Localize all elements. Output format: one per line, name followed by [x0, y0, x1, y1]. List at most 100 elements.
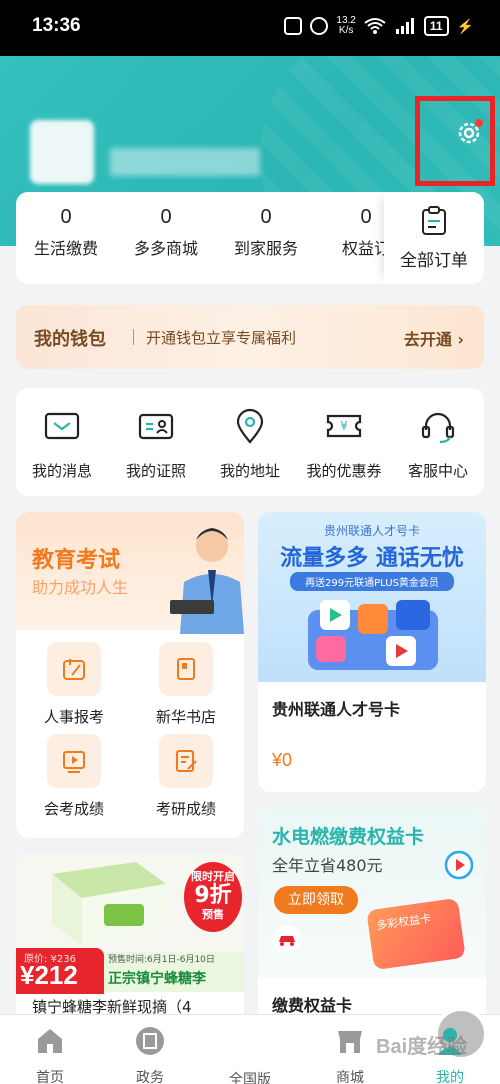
edu-label: 人事报考: [43, 708, 104, 726]
coupon-icon: ¥: [326, 414, 362, 438]
orders-card: 0 生活缴费 0 多多商城 0 到家服务 0 权益订 全部订单: [16, 192, 484, 284]
sim-banner-top: 贵州联通人才号卡: [323, 524, 420, 538]
all-orders-button[interactable]: 全部订单: [384, 192, 484, 284]
message-icon: [44, 412, 80, 440]
sim-banner-sub: 再送299元联通PLUS黄金会员: [290, 572, 454, 591]
status-icons: 13.2 K/s 11 ⚡: [284, 16, 474, 36]
education-subtitle: 助力成功人生: [32, 578, 129, 597]
wifi-icon: [364, 18, 386, 34]
id-card-icon: [138, 413, 174, 440]
education-title: 教育考试: [32, 548, 121, 573]
status-time: 13:36: [32, 15, 81, 36]
services-card: 我的消息 我的证照 我的地址 ¥ 我的优惠券 客服中心: [16, 388, 484, 496]
edu-exam-score[interactable]: 会考成绩: [24, 734, 124, 819]
service-label: 我的消息: [31, 462, 92, 480]
utility-benefit-card[interactable]: 水电燃缴费权益卡 全年立省480元 立即领取 多彩权益卡 缴费权益卡: [258, 808, 486, 1014]
sim-banner: 贵州联通人才号卡 流量多多 通话无忧 再送299元联通PLUS黄金会员: [258, 512, 486, 682]
sim-name: 贵州联通人才号卡: [272, 700, 401, 719]
car-icon: [273, 925, 301, 953]
divider: [133, 329, 134, 345]
service-coupons[interactable]: ¥ 我的优惠券: [298, 406, 390, 481]
play-icon: [444, 850, 474, 880]
badge-presale: 预售: [202, 908, 224, 921]
claim-button[interactable]: 立即领取: [274, 886, 358, 914]
order-label: 生活缴费: [33, 239, 98, 258]
order-label: 多多商城: [133, 239, 198, 258]
nickname-blurred: [110, 148, 260, 176]
fruit-box-illustration: [52, 862, 166, 946]
edu-postgrad-score[interactable]: 考研成绩: [136, 734, 236, 819]
gear-icon[interactable]: [456, 118, 484, 146]
charging-icon: ⚡: [456, 17, 474, 34]
current-price: ¥212: [20, 960, 78, 990]
service-label: 我的证照: [125, 462, 186, 480]
price-box: 原价: ¥236 ¥212: [16, 948, 104, 994]
edu-label: 新华书店: [155, 708, 216, 726]
benefit-card-image: 多彩权益卡: [366, 897, 466, 971]
app-icons-illustration: [308, 600, 438, 670]
alarm-icon: [310, 17, 329, 35]
watermark: Bai度经验: [376, 1036, 468, 1058]
service-licenses[interactable]: 我的证照: [110, 406, 202, 481]
presale-time: 预售时间:6月1日-6月10日: [108, 955, 215, 965]
utility-title: 水电燃缴费权益卡: [272, 826, 425, 848]
nfc-icon: [284, 17, 303, 35]
signal-icon: [395, 18, 414, 34]
service-messages[interactable]: 我的消息: [16, 406, 108, 481]
svg-text:¥: ¥: [340, 419, 348, 433]
edit-score-icon: [159, 734, 213, 788]
product-desc: 镇宁蜂糖李新鲜现摘（4: [32, 998, 192, 1014]
edu-label: 会考成绩: [43, 800, 104, 818]
product-name: 正宗镇宁蜂糖李: [108, 971, 206, 987]
nav-label: 首页: [36, 1070, 64, 1084]
battery-icon: 11: [423, 16, 449, 36]
video-score-icon: [47, 734, 101, 788]
sim-price: ¥0: [272, 750, 293, 770]
nav-home[interactable]: 首页: [10, 1025, 90, 1084]
utility-name: 缴费权益卡: [272, 996, 353, 1014]
discount-badge: 限时开启 9折 预售: [184, 862, 242, 932]
headset-icon: [421, 412, 455, 444]
teacher-illustration: [170, 528, 244, 634]
nav-label: 政务: [136, 1070, 164, 1084]
wallet-title: 我的钱包: [34, 329, 106, 350]
order-label: 到家服务: [233, 239, 298, 258]
nav-label: 商城: [336, 1070, 364, 1084]
edu-exam-register[interactable]: 人事报考: [24, 642, 124, 727]
nav-label: 全国版: [229, 1072, 271, 1084]
badge-discount: 9折: [194, 883, 232, 908]
sim-card-product[interactable]: 贵州联通人才号卡 流量多多 通话无忧 再送299元联通PLUS黄金会员 贵州联通…: [258, 512, 486, 792]
location-icon: [236, 408, 264, 444]
edu-label: 考研成绩: [155, 800, 216, 818]
home-icon: [38, 1029, 62, 1053]
bookstore-icon: [159, 642, 213, 696]
all-orders-label: 全部订单: [400, 251, 468, 271]
shop-icon: [338, 1031, 362, 1053]
sim-banner-main: 流量多多 通话无忧: [280, 546, 464, 571]
service-address[interactable]: 我的地址: [204, 406, 296, 481]
order-count: 0: [260, 206, 272, 228]
edu-bookstore[interactable]: 新华书店: [136, 642, 236, 727]
service-customer-center[interactable]: 客服中心: [392, 406, 484, 481]
order-count: 0: [60, 206, 72, 228]
service-label: 我的地址: [219, 462, 280, 480]
net-speed: 13.2 K/s: [336, 15, 356, 36]
plum-product-card[interactable]: 限时开启 9折 预售 原价: ¥236 ¥212 预售时间:6月1日-6月10日…: [16, 854, 244, 1014]
order-home-service[interactable]: 0 到家服务: [216, 206, 316, 259]
wallet-desc: 开通钱包立享专属福利: [146, 329, 297, 347]
avatar[interactable]: [30, 120, 94, 184]
service-label: 我的优惠券: [306, 462, 382, 480]
wallet-banner[interactable]: 我的钱包 开通钱包立享专属福利 去开通 ›: [16, 305, 484, 369]
order-mall[interactable]: 0 多多商城: [116, 206, 216, 259]
wallet-open-link[interactable]: 去开通 ›: [404, 326, 464, 350]
nav-national[interactable]: 全国版: [210, 1007, 488, 1084]
nav-government[interactable]: 政务: [110, 1025, 190, 1084]
utility-subtitle: 全年立省480元: [272, 856, 383, 875]
order-life-payment[interactable]: 0 生活缴费: [16, 206, 116, 259]
exam-register-icon: [47, 642, 101, 696]
status-bar: 13:36 13.2 K/s 11 ⚡: [0, 0, 500, 56]
government-icon: [136, 1027, 164, 1055]
nav-label: 我的: [436, 1070, 464, 1084]
service-label: 客服中心: [407, 462, 468, 480]
clipboard-icon: [422, 206, 446, 235]
